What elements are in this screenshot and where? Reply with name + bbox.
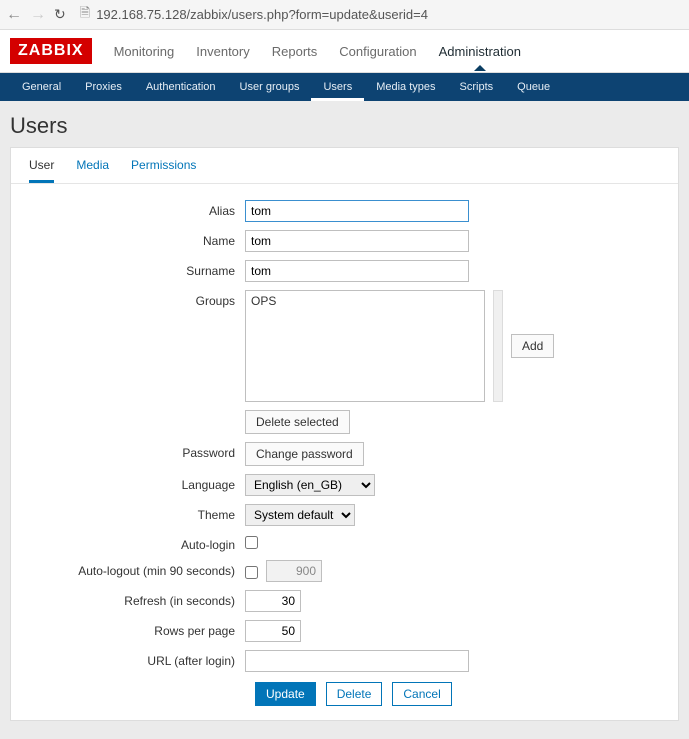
update-button[interactable]: Update xyxy=(255,682,316,706)
form-actions: Update Delete Cancel xyxy=(245,682,660,706)
subnav-queue[interactable]: Queue xyxy=(505,73,562,101)
delete-button[interactable]: Delete xyxy=(326,682,383,706)
url-bar[interactable]: 🗎 192.168.75.128/zabbix/users.php?form=u… xyxy=(74,2,683,28)
subnav-users[interactable]: Users xyxy=(311,73,364,101)
subnav-media-types[interactable]: Media types xyxy=(364,73,447,101)
subnav-scripts[interactable]: Scripts xyxy=(448,73,506,101)
add-group-button[interactable]: Add xyxy=(511,334,554,358)
auto-logout-checkbox[interactable] xyxy=(245,566,258,579)
auto-logout-input xyxy=(266,560,322,582)
user-form: Alias Name Surname Groups OPS Add xyxy=(11,184,678,720)
name-input[interactable] xyxy=(245,230,469,252)
logo[interactable]: ZABBIX xyxy=(10,38,92,64)
groups-listbox[interactable]: OPS xyxy=(245,290,485,402)
reload-icon[interactable]: ↻ xyxy=(54,6,66,23)
url-input[interactable] xyxy=(245,650,469,672)
change-password-button[interactable]: Change password xyxy=(245,442,364,466)
rows-label: Rows per page xyxy=(29,620,245,638)
sub-nav: General Proxies Authentication User grou… xyxy=(0,73,689,101)
subnav-user-groups[interactable]: User groups xyxy=(228,73,312,101)
tab-permissions[interactable]: Permissions xyxy=(131,158,196,183)
delete-selected-button[interactable]: Delete selected xyxy=(245,410,350,434)
theme-label: Theme xyxy=(29,504,245,522)
groups-scrollbar[interactable] xyxy=(493,290,503,402)
password-label: Password xyxy=(29,442,245,460)
browser-bar: ← → ↻ 🗎 192.168.75.128/zabbix/users.php?… xyxy=(0,0,689,30)
back-icon[interactable]: ← xyxy=(6,6,22,24)
url-label: URL (after login) xyxy=(29,650,245,668)
nav-monitoring[interactable]: Monitoring xyxy=(114,44,175,59)
groups-option[interactable]: OPS xyxy=(251,294,276,308)
theme-select[interactable]: System default xyxy=(245,504,355,526)
url-text: 192.168.75.128/zabbix/users.php?form=upd… xyxy=(96,7,428,22)
forward-icon[interactable]: → xyxy=(30,6,46,24)
page-icon: 🗎 xyxy=(80,4,90,26)
subnav-proxies[interactable]: Proxies xyxy=(73,73,134,101)
tabs: User Media Permissions xyxy=(11,148,678,184)
refresh-label: Refresh (in seconds) xyxy=(29,590,245,608)
rows-input[interactable] xyxy=(245,620,301,642)
nav-administration[interactable]: Administration xyxy=(439,44,521,59)
surname-label: Surname xyxy=(29,260,245,278)
surname-input[interactable] xyxy=(245,260,469,282)
groups-label: Groups xyxy=(29,290,245,308)
language-select[interactable]: English (en_GB) xyxy=(245,474,375,496)
subnav-general[interactable]: General xyxy=(10,73,73,101)
tab-user[interactable]: User xyxy=(29,158,54,183)
tab-media[interactable]: Media xyxy=(76,158,109,183)
spacer xyxy=(29,410,245,414)
nav-configuration[interactable]: Configuration xyxy=(339,44,416,59)
panel: User Media Permissions Alias Name Surnam… xyxy=(10,147,679,721)
cancel-button[interactable]: Cancel xyxy=(392,682,451,706)
auto-logout-label: Auto-logout (min 90 seconds) xyxy=(29,560,245,578)
page-area: Users User Media Permissions Alias Name … xyxy=(0,101,689,739)
name-label: Name xyxy=(29,230,245,248)
refresh-input[interactable] xyxy=(245,590,301,612)
page-title: Users xyxy=(10,113,679,139)
auto-login-label: Auto-login xyxy=(29,534,245,552)
nav-inventory[interactable]: Inventory xyxy=(196,44,249,59)
alias-label: Alias xyxy=(29,200,245,218)
nav-reports[interactable]: Reports xyxy=(272,44,318,59)
subnav-authentication[interactable]: Authentication xyxy=(134,73,228,101)
auto-login-checkbox[interactable] xyxy=(245,536,258,549)
top-nav: ZABBIX Monitoring Inventory Reports Conf… xyxy=(0,30,689,73)
alias-input[interactable] xyxy=(245,200,469,222)
language-label: Language xyxy=(29,474,245,492)
